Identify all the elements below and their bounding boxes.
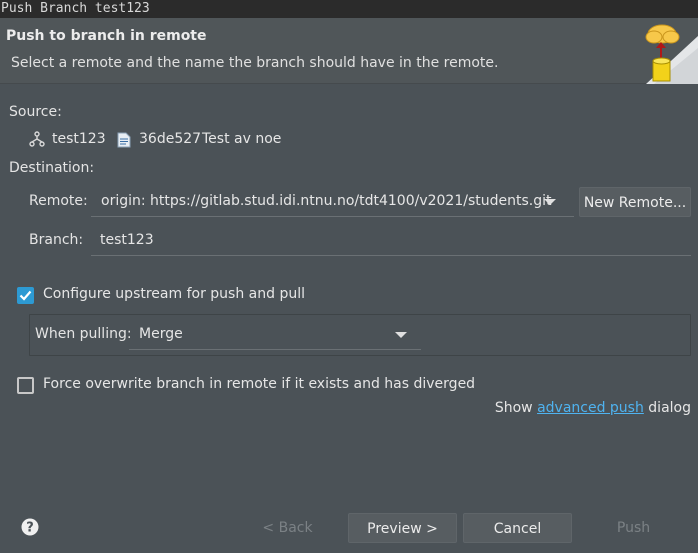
help-icon[interactable]: ? (21, 518, 39, 536)
source-commit-id: 36de527 (139, 131, 202, 147)
chevron-down-icon (395, 332, 407, 338)
svg-text:?: ? (26, 521, 34, 536)
source-commit-message: Test av noe (202, 131, 282, 147)
destination-label: Destination: (9, 160, 95, 176)
branch-icon (29, 131, 45, 147)
window-title: Push Branch test123 (0, 0, 698, 18)
advanced-push-line: Show advanced push dialog (495, 400, 691, 416)
banner-description: Select a remote and the name the branch … (11, 55, 499, 71)
advanced-suffix: dialog (643, 400, 691, 416)
force-overwrite-checkbox[interactable] (17, 377, 34, 394)
remote-label: Remote: (29, 193, 88, 209)
source-label: Source: (9, 104, 62, 120)
remote-combo[interactable]: origin: https://gitlab.stud.idi.ntnu.no/… (91, 187, 574, 217)
new-remote-button[interactable]: New Remote... (579, 187, 691, 217)
branch-label: Branch: (29, 232, 84, 248)
when-pulling-underline (129, 349, 421, 350)
branch-underline (91, 255, 691, 256)
push-to-remote-icon (645, 24, 698, 84)
remote-underline (91, 216, 574, 217)
when-pulling-combo[interactable]: Merge (129, 320, 421, 350)
advanced-prefix: Show (494, 400, 538, 416)
advanced-push-link[interactable]: advanced push (537, 400, 644, 416)
cancel-button[interactable]: Cancel (463, 513, 572, 543)
force-overwrite-label[interactable]: Force overwrite branch in remote if it e… (43, 376, 475, 392)
push-button[interactable]: Push (579, 513, 688, 543)
when-pulling-label: When pulling: (35, 326, 132, 342)
branch-input[interactable]: test123 (91, 226, 691, 256)
configure-upstream-label[interactable]: Configure upstream for push and pull (43, 286, 305, 302)
back-button[interactable]: < Back (233, 513, 342, 543)
source-branch-name: test123 (52, 131, 106, 147)
branch-input-value: test123 (100, 232, 154, 248)
wizard-banner: Push to branch in remote Select a remote… (0, 18, 698, 84)
remote-value: origin: https://gitlab.stud.idi.ntnu.no/… (101, 193, 552, 209)
preview-button[interactable]: Preview > (348, 513, 457, 543)
configure-upstream-checkbox[interactable] (17, 287, 34, 304)
banner-title: Push to branch in remote (6, 28, 207, 44)
chevron-down-icon (544, 199, 556, 205)
commit-icon (117, 132, 131, 148)
when-pulling-value: Merge (139, 326, 183, 342)
source-branch (29, 131, 45, 149)
checkmark-icon (19, 290, 32, 301)
